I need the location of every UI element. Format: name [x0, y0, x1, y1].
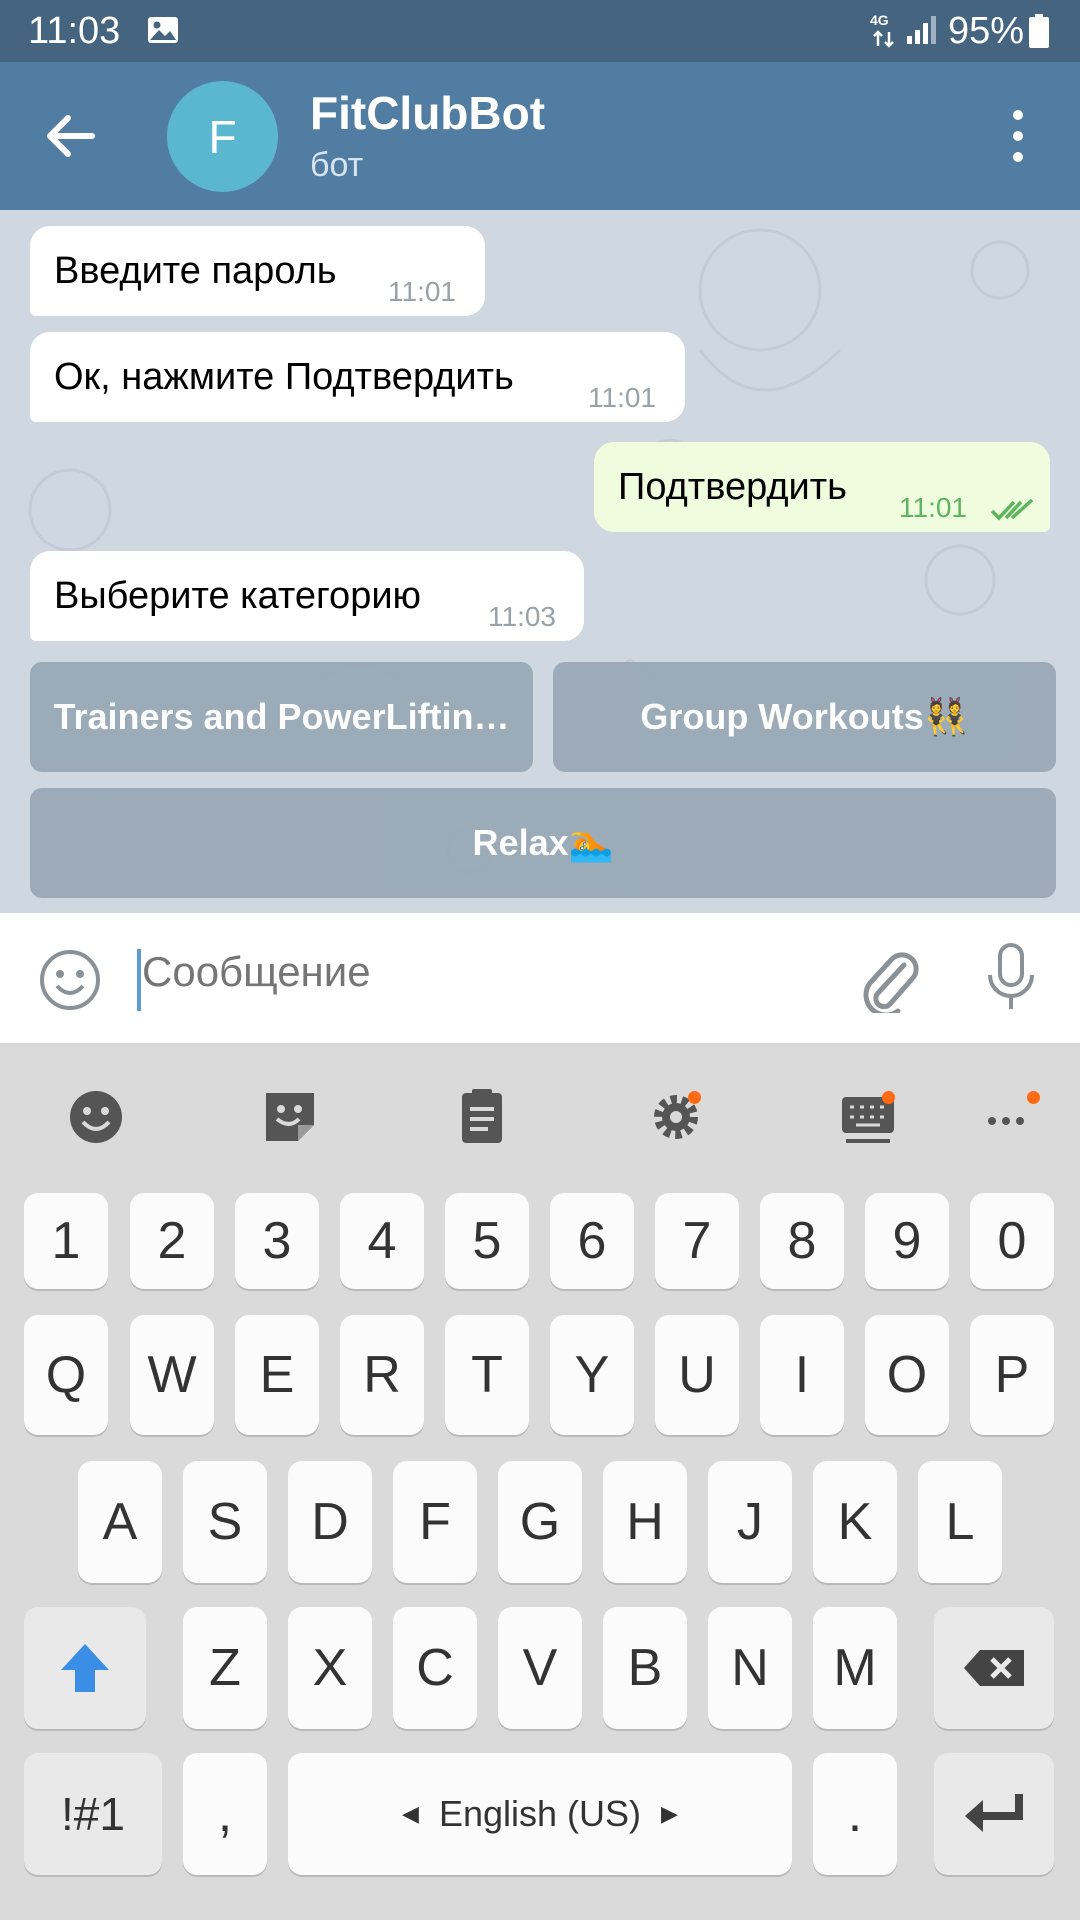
next-language-icon: ▶ [661, 1801, 678, 1826]
enter-icon [965, 1794, 1023, 1832]
chat-area[interactable]: Введите пароль 11:01 Ок, нажмите Подтвер… [0, 210, 1080, 913]
message-text: Ок, нажмите Подтвердить [54, 356, 514, 398]
message-bubble-outgoing[interactable]: Подтвердить 11:01 [594, 442, 1050, 532]
bot-button-relax[interactable]: Relax🏊 [30, 788, 1056, 898]
status-bar: 11:03 4G 95% [0, 0, 1080, 62]
key-z[interactable]: Z [183, 1607, 267, 1729]
key-u[interactable]: U [655, 1315, 739, 1435]
key-x[interactable]: X [288, 1607, 372, 1729]
key-t[interactable]: T [445, 1315, 529, 1435]
backspace-key[interactable] [934, 1607, 1054, 1729]
key-9[interactable]: 9 [865, 1193, 949, 1289]
key-a[interactable]: A [78, 1461, 162, 1583]
message-bubble-incoming[interactable]: Выберите категорию 11:03 [30, 551, 584, 641]
key-f[interactable]: F [393, 1461, 477, 1583]
keyboard-emoji-icon[interactable] [66, 1087, 126, 1147]
prev-language-icon: ◀ [402, 1801, 419, 1826]
bot-button-trainers[interactable]: Trainers and PowerLiftin… [30, 662, 533, 772]
key-b[interactable]: B [603, 1607, 687, 1729]
shift-key[interactable] [24, 1607, 146, 1729]
space-language-label: English (US) [438, 1793, 642, 1834]
key-k[interactable]: K [813, 1461, 897, 1583]
key-c[interactable]: C [393, 1607, 477, 1729]
message-input-bar [0, 913, 1080, 1043]
signal-icon [907, 16, 936, 44]
clipboard-icon[interactable] [452, 1087, 512, 1147]
message-text: Введите пароль [54, 250, 337, 292]
key-2[interactable]: 2 [130, 1193, 214, 1289]
attach-paperclip-icon[interactable] [860, 947, 922, 1013]
symbols-key[interactable]: !#1 [24, 1753, 162, 1875]
microphone-icon[interactable] [985, 943, 1037, 1013]
bot-button-group-workouts[interactable]: Group Workouts👯 [553, 662, 1056, 772]
key-l[interactable]: L [918, 1461, 1002, 1583]
key-i[interactable]: I [760, 1315, 844, 1435]
message-time: 11:01 [388, 276, 456, 307]
key-r[interactable]: R [340, 1315, 424, 1435]
sticker-icon[interactable] [260, 1087, 320, 1147]
network-type: 4G [870, 12, 889, 28]
message-time: 11:01 [588, 382, 656, 413]
back-arrow-icon[interactable] [40, 110, 100, 162]
data-arrows-icon [873, 30, 894, 48]
key-g[interactable]: G [498, 1461, 582, 1583]
message-bubble-incoming[interactable]: Ок, нажмите Подтвердить 11:01 [30, 332, 685, 422]
space-key[interactable]: ◀ English (US) ▶ [288, 1753, 792, 1875]
key-y[interactable]: Y [550, 1315, 634, 1435]
key-1[interactable]: 1 [24, 1193, 108, 1289]
status-time: 11:03 [28, 10, 121, 52]
backspace-icon [964, 1650, 1024, 1686]
double-check-icon [990, 498, 1034, 521]
key-e[interactable]: E [235, 1315, 319, 1435]
comma-key[interactable]: , [183, 1753, 267, 1875]
gallery-notification-icon [148, 17, 178, 43]
period-key[interactable]: . [813, 1753, 897, 1875]
message-time: 11:01 [899, 492, 967, 523]
more-options-icon[interactable] [1000, 110, 1036, 162]
key-5[interactable]: 5 [445, 1193, 529, 1289]
chat-subtitle: бот [310, 146, 364, 184]
key-8[interactable]: 8 [760, 1193, 844, 1289]
message-text: Выберите категорию [54, 575, 422, 617]
shift-arrow-icon [61, 1644, 109, 1692]
battery-icon [1029, 14, 1049, 48]
key-4[interactable]: 4 [340, 1193, 424, 1289]
soft-keyboard: 1 2 3 4 5 6 7 8 9 0 Q W E R T Y U I O P … [0, 1043, 1080, 1920]
key-d[interactable]: D [288, 1461, 372, 1583]
key-w[interactable]: W [130, 1315, 214, 1435]
key-h[interactable]: H [603, 1461, 687, 1583]
message-time: 11:03 [488, 601, 556, 632]
chat-header: F FitClubBot бот [0, 62, 1080, 210]
key-j[interactable]: J [708, 1461, 792, 1583]
enter-key[interactable] [934, 1753, 1054, 1875]
key-0[interactable]: 0 [970, 1193, 1054, 1289]
key-o[interactable]: O [865, 1315, 949, 1435]
message-bubble-incoming[interactable]: Введите пароль 11:01 [30, 226, 485, 316]
key-s[interactable]: S [183, 1461, 267, 1583]
emoji-icon[interactable] [38, 948, 102, 1012]
message-text: Подтвердить [618, 466, 847, 508]
key-n[interactable]: N [708, 1607, 792, 1729]
key-v[interactable]: V [498, 1607, 582, 1729]
keyboard-notification-dot [882, 1091, 895, 1104]
key-3[interactable]: 3 [235, 1193, 319, 1289]
key-m[interactable]: M [813, 1607, 897, 1729]
chat-title[interactable]: FitClubBot [310, 86, 545, 140]
battery-percent: 95% [948, 10, 1025, 52]
key-6[interactable]: 6 [550, 1193, 634, 1289]
settings-notification-dot [688, 1091, 701, 1104]
more-notification-dot [1027, 1091, 1040, 1104]
message-input[interactable] [140, 947, 844, 997]
avatar[interactable]: F [167, 81, 278, 192]
key-q[interactable]: Q [24, 1315, 108, 1435]
key-p[interactable]: P [970, 1315, 1054, 1435]
key-7[interactable]: 7 [655, 1193, 739, 1289]
